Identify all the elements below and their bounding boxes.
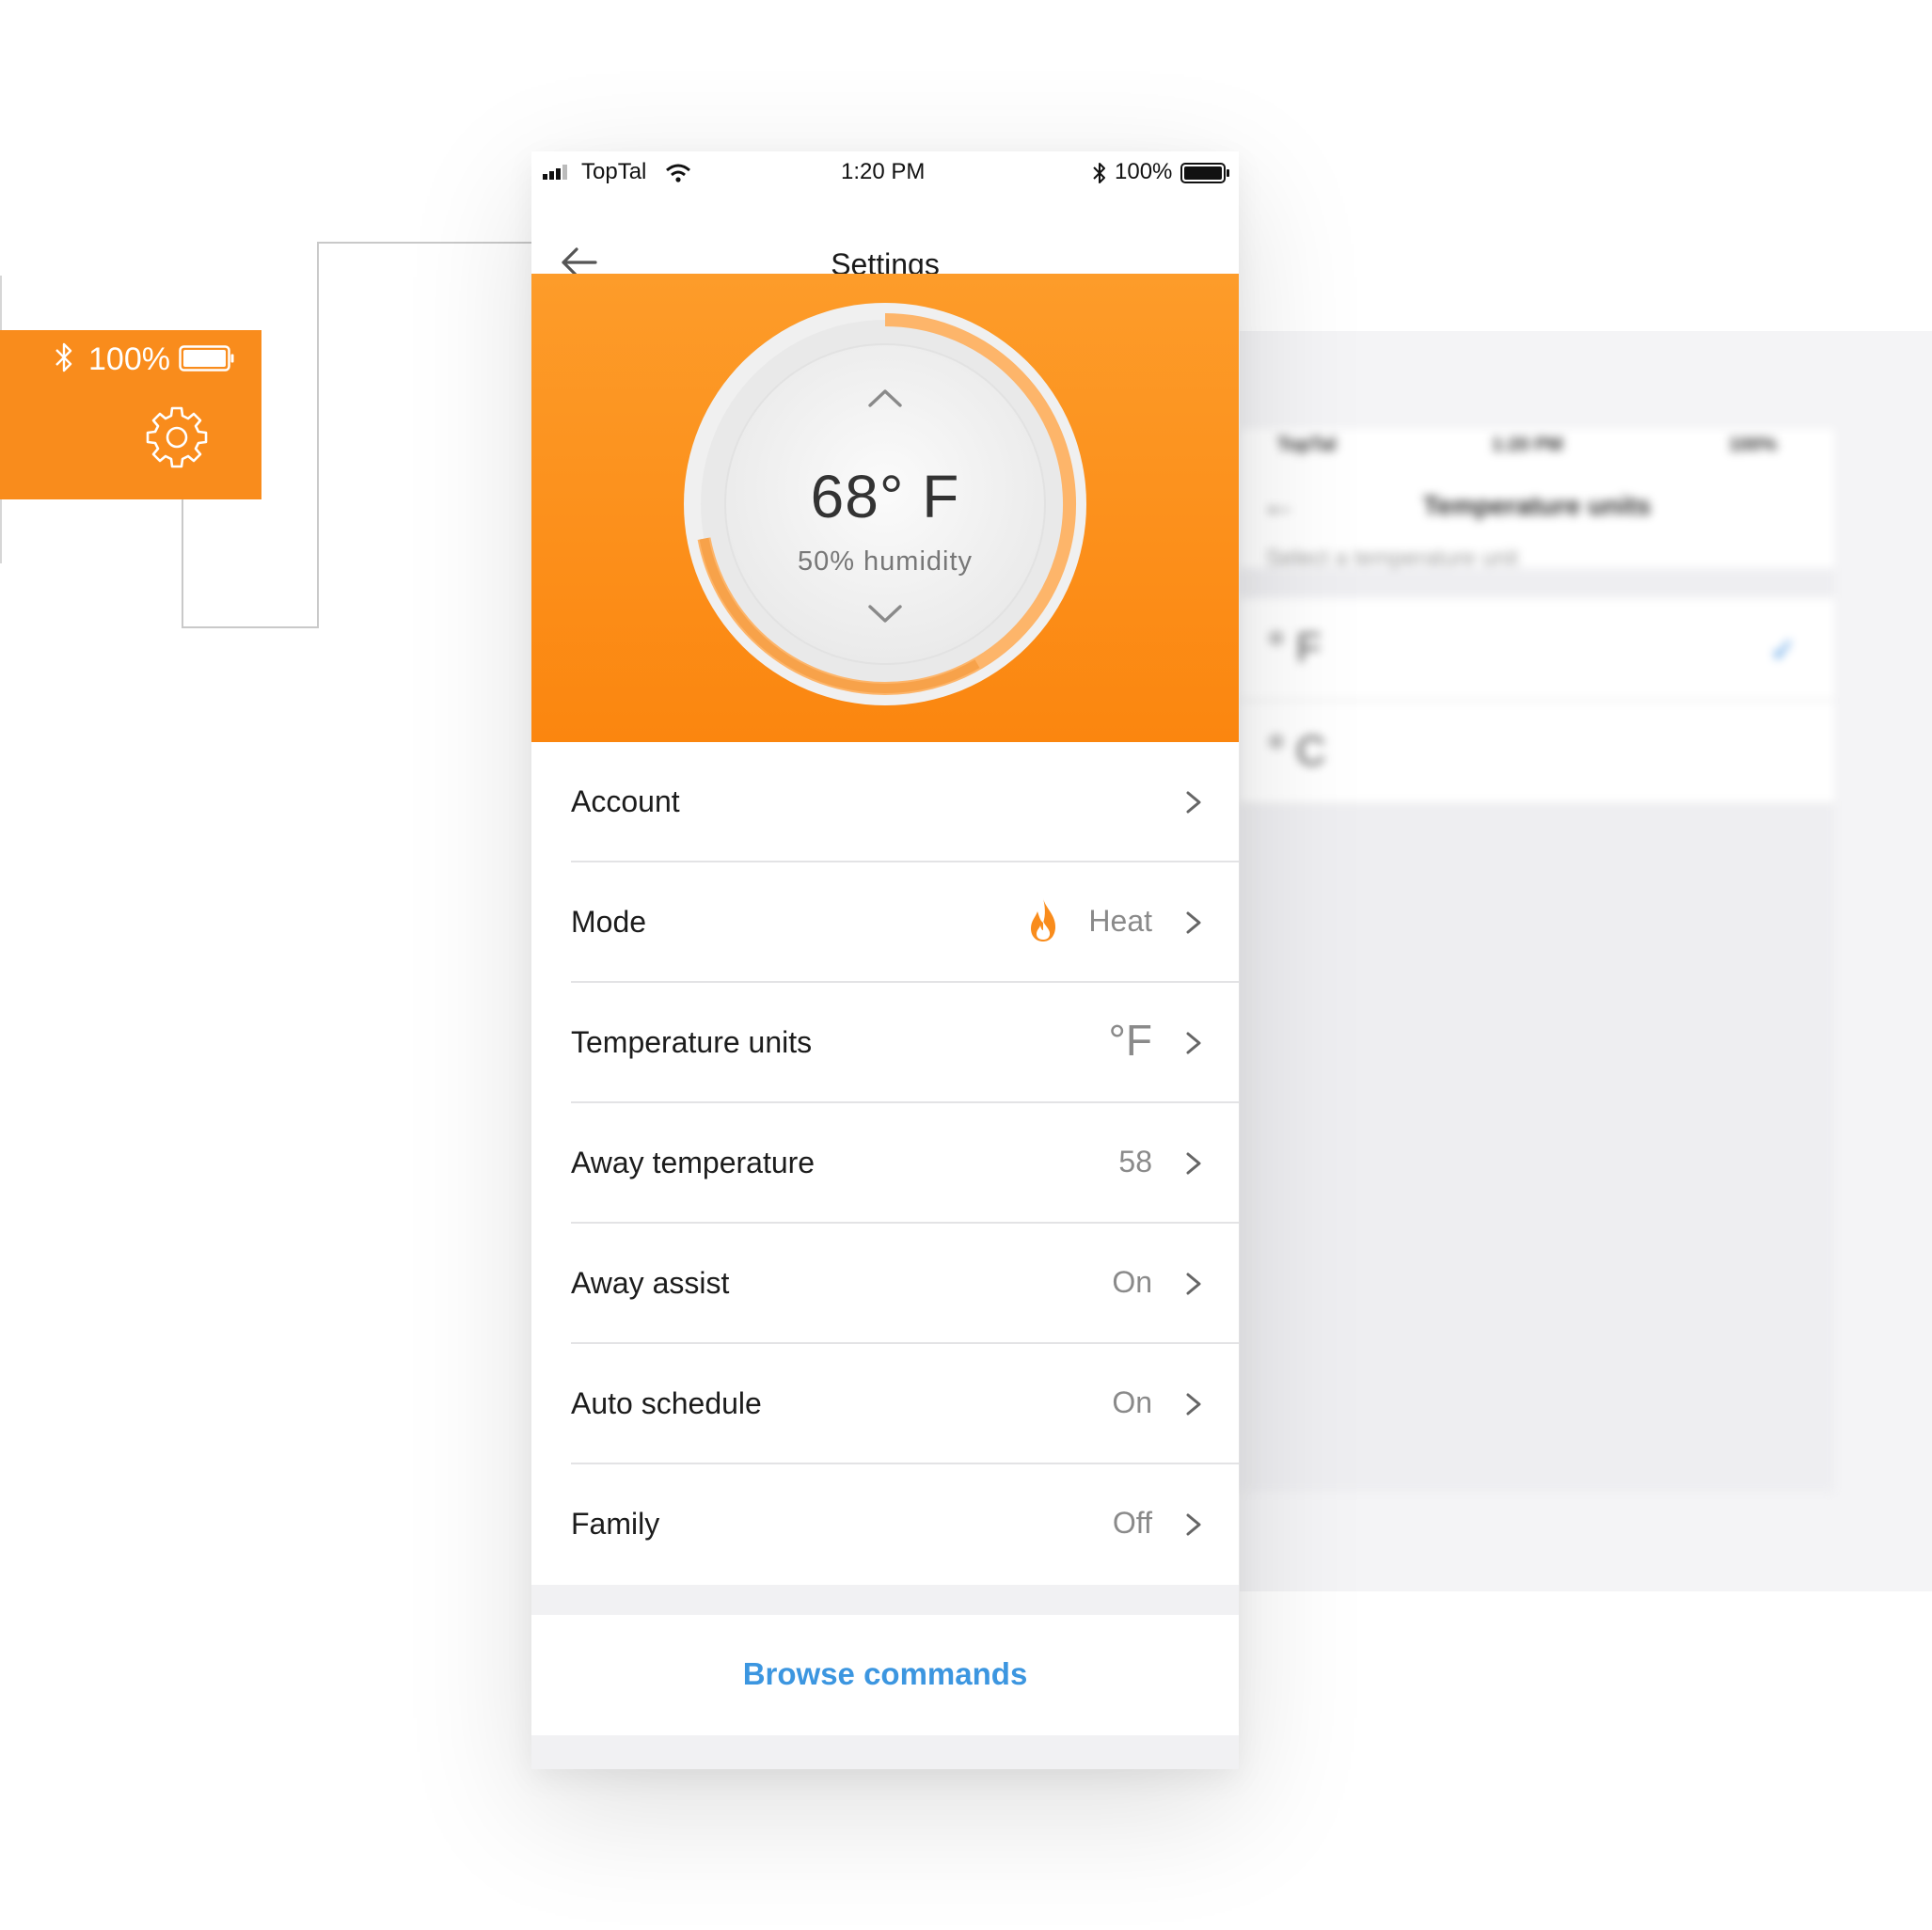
settings-row-away-assist[interactable]: Away assist On (531, 1224, 1239, 1344)
settings-row-temperature-units[interactable]: Temperature units °F (531, 983, 1239, 1103)
humidity-readout: 50% humidity (797, 546, 974, 577)
chevron-up-icon[interactable] (866, 387, 904, 409)
browse-commands-button[interactable]: Browse commands (531, 1656, 1239, 1692)
settings-row-mode[interactable]: Mode Heat (531, 862, 1239, 983)
row-value: Off (1112, 1506, 1152, 1540)
preview-subtitle: Select a temperature unit (1266, 546, 1519, 571)
preview-option-label: ° C (1268, 728, 1326, 774)
chevron-right-icon (1186, 1273, 1201, 1295)
row-label: Away temperature (571, 1146, 816, 1179)
callout-battery-percent: 100% (88, 341, 170, 377)
current-temperature: 68° F (810, 463, 960, 530)
preview-option-f: ° F ✓ (1240, 598, 1834, 702)
settings-row-auto-schedule[interactable]: Auto schedule On (531, 1344, 1239, 1464)
bluetooth-icon (55, 342, 72, 372)
temperature-units-screen-preview: TopTal 1:20 PM 100% ← Temperature units … (1240, 429, 1834, 1492)
chevron-right-icon (1186, 1393, 1201, 1416)
wifi-icon (666, 164, 690, 182)
row-value: On (1112, 1265, 1152, 1299)
preview-time: 1:20 PM (1492, 435, 1563, 455)
preview-battery: 100% (1729, 435, 1778, 455)
battery-icon (1180, 163, 1229, 183)
row-label: Mode (571, 905, 647, 939)
carrier-name: TopTal (581, 159, 647, 184)
thermostat-panel: 68° F 50% humidity (531, 274, 1239, 742)
gear-icon (146, 406, 208, 468)
row-value: On (1112, 1385, 1152, 1419)
flame-icon (1031, 898, 1056, 941)
preview-status-bar: TopTal 1:20 PM 100% (1240, 429, 1834, 467)
row-value: Heat (1088, 904, 1152, 938)
preview-title: Temperature units (1422, 491, 1652, 520)
chevron-down-icon[interactable] (866, 603, 904, 625)
row-label: Family (571, 1507, 660, 1541)
settings-row-family[interactable]: Family Off (531, 1464, 1239, 1585)
commands-card: Browse commands (531, 1615, 1239, 1735)
battery-icon (179, 345, 234, 372)
row-label: Account (571, 784, 680, 818)
status-battery-percent: 100% (1115, 159, 1173, 184)
checkmark-icon: ✓ (1769, 633, 1797, 669)
connector-line (317, 242, 545, 244)
chevron-right-icon (1186, 791, 1201, 814)
status-bar: TopTal 1:20 PM 100% (531, 151, 1239, 195)
status-time: 1:20 PM (841, 159, 926, 184)
signal-icon (543, 165, 567, 180)
status-detail-callout: 100% (0, 330, 261, 499)
preview-option-label: ° F (1268, 625, 1322, 671)
connector-line (182, 626, 319, 628)
phone-screen: TopTal 1:20 PM 100% Settings 68° F 50% h… (531, 151, 1239, 1769)
chevron-right-icon (1186, 1032, 1201, 1054)
chevron-right-icon (1186, 1513, 1201, 1536)
row-label: Auto schedule (571, 1386, 762, 1420)
row-label: Away assist (571, 1266, 730, 1300)
preview-option-c: ° C (1240, 702, 1834, 805)
row-value: 58 (1118, 1145, 1152, 1179)
connector-line (317, 242, 319, 628)
chevron-right-icon (1186, 911, 1201, 934)
settings-row-away-temperature[interactable]: Away temperature 58 (531, 1103, 1239, 1224)
settings-list: Account Mode Heat Temperature units °F A… (531, 742, 1239, 1585)
preview-carrier: TopTal (1277, 435, 1337, 455)
row-label: Temperature units (571, 1025, 813, 1059)
bluetooth-icon (1093, 163, 1105, 183)
row-value: °F (1108, 1016, 1153, 1065)
settings-row-account[interactable]: Account (531, 742, 1239, 862)
chevron-right-icon (1186, 1152, 1201, 1175)
connector-line (182, 499, 183, 628)
